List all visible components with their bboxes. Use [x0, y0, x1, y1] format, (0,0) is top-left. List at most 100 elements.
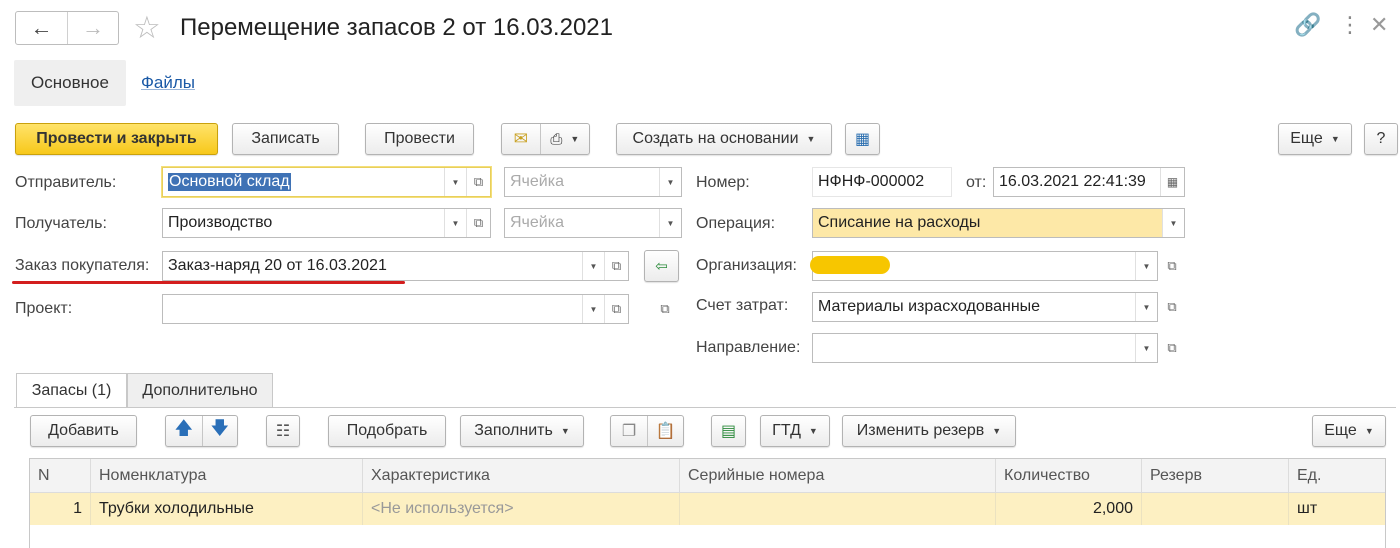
tab-files[interactable]: Файлы: [141, 73, 195, 93]
chevron-down-icon[interactable]: ▼: [1135, 293, 1157, 321]
change-reserve-label: Изменить резерв: [856, 422, 985, 439]
chevron-down-icon[interactable]: ▼: [582, 252, 604, 280]
row-unit[interactable]: шт: [1288, 493, 1385, 525]
column-header[interactable]: Серийные номера: [679, 459, 995, 493]
sender-value: Основной склад: [168, 173, 291, 191]
more-button[interactable]: Еще ▼: [1278, 123, 1352, 155]
structure-icon[interactable]: ▦: [845, 123, 880, 155]
link-icon[interactable]: 🔗: [1294, 14, 1321, 36]
chevron-down-icon[interactable]: ▼: [444, 209, 466, 237]
table-more-label: Еще: [1324, 422, 1357, 439]
tab-additional[interactable]: Дополнительно: [127, 373, 273, 407]
sender-cell-field[interactable]: Ячейка ▼: [504, 167, 682, 197]
post-button[interactable]: Провести: [365, 123, 474, 155]
column-header[interactable]: Количество: [995, 459, 1141, 493]
copy-icon[interactable]: ❐: [611, 416, 647, 446]
open-icon[interactable]: ⧉: [604, 252, 628, 280]
row-item[interactable]: Трубки холодильные: [90, 493, 362, 525]
column-header[interactable]: Резерв: [1141, 459, 1288, 493]
column-header[interactable]: Ед.: [1288, 459, 1385, 493]
open-icon[interactable]: ⧉: [1160, 333, 1184, 363]
fill-from-order-icon[interactable]: ⇦: [644, 250, 679, 282]
highlight-mark: [810, 256, 890, 274]
operation-field[interactable]: Списание на расходы ▼: [812, 208, 1185, 238]
table-header: N Номенклатура Характеристика Серийные н…: [30, 459, 1385, 493]
column-header[interactable]: Характеристика: [362, 459, 679, 493]
chevron-down-icon[interactable]: ▼: [1135, 334, 1157, 362]
barcode-icon[interactable]: ☷: [266, 415, 300, 447]
customer-order-field[interactable]: Заказ-наряд 20 от 16.03.2021 ▼ ⧉: [162, 251, 629, 281]
chevron-down-icon[interactable]: ▼: [1135, 252, 1157, 280]
cost-account-field[interactable]: Материалы израсходованные ▼: [812, 292, 1158, 322]
chevron-down-icon[interactable]: ▼: [659, 209, 681, 237]
table-row[interactable]: 1 Трубки холодильные <Не используется> 2…: [30, 493, 1385, 525]
chevron-down-icon: ▼: [570, 134, 580, 144]
open-icon[interactable]: ⧉: [1160, 292, 1184, 322]
chevron-down-icon[interactable]: ▼: [1365, 426, 1374, 436]
chevron-down-icon[interactable]: ▼: [561, 426, 570, 436]
change-reserve-button[interactable]: Изменить резерв ▼: [842, 415, 1016, 447]
sender-cell-placeholder: Ячейка: [510, 173, 564, 190]
add-button[interactable]: Добавить: [30, 415, 137, 447]
open-icon[interactable]: ⧉: [1160, 251, 1184, 281]
number-field[interactable]: НФНФ-000002: [812, 167, 952, 197]
sender-value-wrap: Основной склад: [163, 173, 444, 191]
number-value: НФНФ-000002: [818, 173, 925, 190]
number-label: Номер:: [696, 174, 750, 191]
project-field[interactable]: ▼ ⧉: [162, 294, 629, 324]
tab-stocks[interactable]: Запасы (1): [16, 373, 127, 407]
arrow-right-icon: →: [81, 15, 104, 40]
date-label: от:: [966, 174, 987, 191]
organization-label: Организация:: [696, 257, 797, 274]
create-based-on-label: Создать на основании: [632, 130, 799, 147]
operation-value: Списание на расходы: [818, 214, 981, 231]
pick-button[interactable]: Подобрать: [328, 415, 446, 447]
row-quantity[interactable]: 2,000: [995, 493, 1141, 525]
row-serials[interactable]: [679, 493, 995, 525]
table-more-button[interactable]: Еще ▼: [1312, 415, 1386, 447]
close-icon[interactable]: ✕: [1370, 14, 1388, 36]
recipient-field[interactable]: Производство ▼ ⧉: [162, 208, 491, 238]
sender-field[interactable]: Основной склад ▼ ⧉: [162, 167, 491, 197]
arrow-up-icon[interactable]: 🡅: [166, 416, 202, 446]
fill-button[interactable]: Заполнить ▼: [460, 415, 584, 447]
create-based-on-button[interactable]: Создать на основании ▼: [616, 123, 832, 155]
chevron-down-icon[interactable]: ▼: [1162, 209, 1184, 237]
open-icon[interactable]: ⧉: [466, 168, 490, 196]
date-field[interactable]: 16.03.2021 22:41:39 ▦: [993, 167, 1185, 197]
chevron-down-icon: ▼: [806, 134, 816, 144]
help-button[interactable]: ?: [1364, 123, 1398, 155]
table-settings-icon[interactable]: ▤: [711, 415, 746, 447]
chevron-down-icon[interactable]: ▼: [659, 168, 681, 196]
more-vertical-icon[interactable]: ⋮: [1339, 14, 1361, 36]
column-header[interactable]: N: [30, 459, 90, 493]
forward-button[interactable]: →: [66, 12, 118, 44]
star-icon[interactable]: ☆: [133, 12, 161, 43]
tab-main[interactable]: Основное: [14, 60, 126, 106]
chevron-down-icon[interactable]: ▼: [992, 426, 1001, 436]
post-and-close-button[interactable]: Провести и закрыть: [15, 123, 218, 155]
navigation-buttons: ← →: [15, 11, 119, 45]
chevron-down-icon[interactable]: ▼: [444, 168, 466, 196]
save-button[interactable]: Записать: [232, 123, 339, 155]
open-icon[interactable]: ⧉: [604, 295, 628, 323]
gtd-label: ГТД: [772, 422, 801, 439]
recipient-cell-field[interactable]: Ячейка ▼: [504, 208, 682, 238]
column-header[interactable]: Номенклатура: [90, 459, 362, 493]
chevron-down-icon[interactable]: ▼: [582, 295, 604, 323]
direction-field[interactable]: ▼: [812, 333, 1158, 363]
calendar-icon[interactable]: ▦: [1160, 168, 1184, 196]
arrow-down-icon[interactable]: 🡇: [201, 416, 238, 446]
gtd-button[interactable]: ГТД ▼: [760, 415, 830, 447]
open-icon[interactable]: ⧉: [466, 209, 490, 237]
row-reserve[interactable]: [1141, 493, 1288, 525]
paste-icon[interactable]: 📋: [646, 416, 683, 446]
chevron-down-icon[interactable]: ▼: [809, 426, 818, 436]
envelope-icon[interactable]: ✉: [502, 124, 540, 154]
print-button[interactable]: ⎙ ▼: [539, 124, 589, 154]
row-characteristic[interactable]: <Не используется>: [362, 493, 679, 525]
back-button[interactable]: ←: [16, 12, 67, 44]
operation-label: Операция:: [696, 215, 776, 232]
project-label: Проект:: [15, 300, 73, 317]
open-icon[interactable]: ⧉: [653, 294, 677, 324]
